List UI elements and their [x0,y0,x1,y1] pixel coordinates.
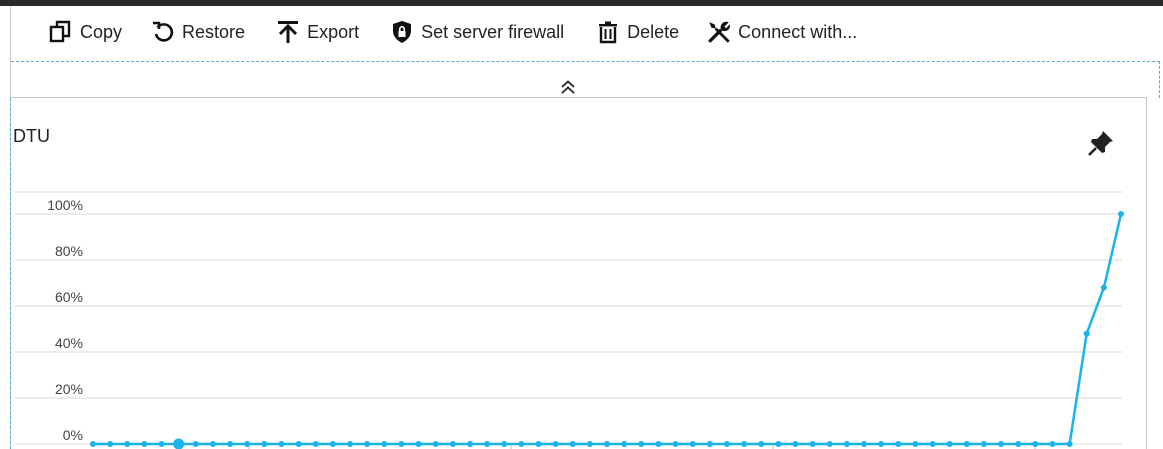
dtu-chart: 0% 20% 40% 60% 80% 100% [15,191,1124,449]
data-point [672,441,679,447]
data-point [689,441,696,447]
data-point [449,441,456,447]
shield-lock-icon [389,19,415,45]
data-point [929,441,936,447]
data-point [107,441,114,447]
command-bar: Copy Restore Export Set server firewall … [11,6,1163,58]
data-point [398,441,405,447]
data-point [227,441,234,447]
data-point [775,441,782,447]
data-point [878,441,885,447]
data-point [552,441,559,447]
data-point [209,441,216,447]
data-point [347,441,353,447]
chart-title: DTU [13,126,50,146]
data-point [1032,441,1039,447]
data-point [809,441,816,447]
trash-icon [595,19,621,45]
export-button[interactable]: Export [275,12,359,52]
data-point [192,441,199,447]
export-icon [275,19,301,45]
data-point [1083,330,1090,337]
data-point [998,441,1005,447]
data-point [723,441,730,447]
delete-button[interactable]: Delete [595,12,679,52]
connect-with-button[interactable]: Connect with... [706,12,857,52]
data-point [1049,441,1056,447]
y-tick-label: 80% [55,243,83,259]
data-point [535,441,542,447]
data-point [329,441,336,447]
data-point [843,441,850,447]
restore-icon [150,19,176,45]
dtu-series-line [93,213,1123,446]
copy-button[interactable]: Copy [48,12,122,52]
y-tick-label: 20% [55,381,83,397]
export-label: Export [307,21,360,42]
set-server-firewall-label: Set server firewall [421,21,565,42]
essentials-frame [11,61,1160,98]
data-point [124,441,131,447]
data-point [278,441,285,447]
data-point [621,441,628,447]
data-point [158,441,165,447]
y-tick-label: 100% [47,197,83,213]
data-point [432,441,439,447]
data-point [741,441,748,447]
copy-label: Copy [80,21,123,42]
data-point [173,438,185,449]
data-point [758,441,765,447]
data-point [569,441,576,447]
data-point [415,441,422,447]
y-tick-label: 0% [63,427,83,443]
panel-top-border [11,97,1147,98]
data-point [861,441,867,447]
tools-icon [706,19,732,45]
data-point [381,441,388,447]
data-point [1100,284,1107,291]
delete-label: Delete [627,21,680,42]
data-point [90,441,96,447]
data-point [826,441,833,447]
data-point [638,441,645,447]
data-point [946,441,953,447]
restore-button[interactable]: Restore [150,12,245,52]
data-point [912,441,919,447]
data-point [466,441,473,447]
data-point [655,441,662,447]
data-point [1118,211,1124,217]
set-server-firewall-button[interactable]: Set server firewall [389,12,564,52]
data-point [295,441,302,447]
data-point [706,441,713,447]
data-point [895,441,902,447]
data-point [484,441,491,447]
data-point [1015,441,1022,447]
data-point [244,441,251,447]
data-point [1066,441,1073,447]
restore-label: Restore [182,21,246,42]
data-point [586,441,593,447]
data-point [312,441,319,447]
data-point [604,441,610,447]
data-point [963,441,970,447]
y-tick-label: 40% [55,335,83,351]
data-point [141,441,148,447]
double-chevron-up-icon[interactable] [558,78,578,96]
data-point [501,441,508,447]
pin-icon[interactable] [1086,128,1116,158]
data-point [364,441,371,447]
data-point [980,441,987,447]
connect-with-label: Connect with... [738,21,858,42]
data-point [518,441,525,447]
data-point [261,441,268,447]
y-tick-label: 60% [55,289,83,305]
data-point [792,441,799,447]
copy-icon [48,19,74,45]
